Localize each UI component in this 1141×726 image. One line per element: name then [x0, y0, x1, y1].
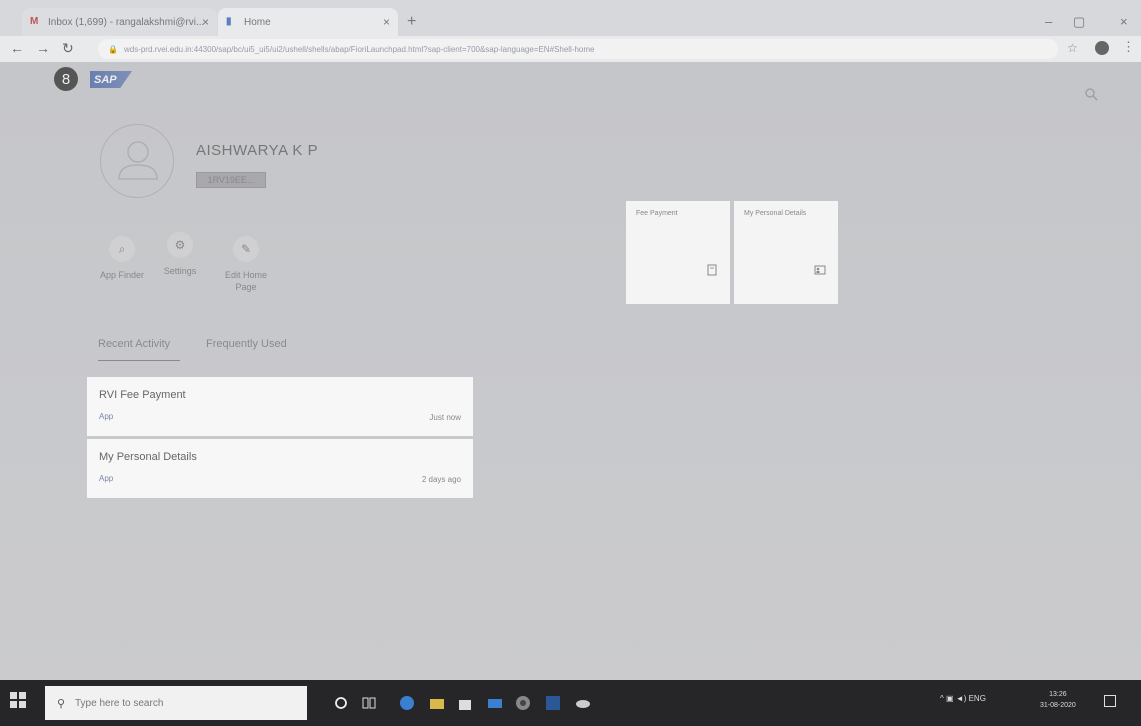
tile-my-personal-details[interactable]: My Personal Details	[734, 201, 838, 304]
notification-icon[interactable]	[1104, 695, 1116, 707]
windows-start-icon[interactable]	[10, 692, 26, 708]
close-tab-icon[interactable]: ×	[383, 15, 390, 29]
me-area-button[interactable]: 8	[54, 67, 78, 91]
profile-avatar-icon[interactable]	[1095, 41, 1109, 55]
system-clock[interactable]: 13:26 31-08-2020	[1040, 689, 1076, 711]
minimize-icon[interactable]: –	[1045, 14, 1052, 29]
tile-fee-payment[interactable]: Fee Payment	[626, 201, 730, 304]
lock-icon: 🔒	[108, 44, 118, 54]
search-icon[interactable]	[1084, 87, 1098, 101]
chrome-icon[interactable]	[515, 695, 531, 711]
tab-recent-activity[interactable]: Recent Activity	[98, 338, 170, 350]
recent-item-type: App	[99, 412, 114, 421]
window-close-icon[interactable]: ×	[1120, 14, 1128, 29]
recent-item[interactable]: RVI Fee Payment App Just now	[87, 377, 473, 436]
user-avatar	[100, 124, 174, 198]
task-view-icon[interactable]	[361, 695, 377, 711]
address-row: ← → ↻ 🔒 wds-prd.rvei.edu.in:44300/sap/bc…	[0, 36, 1141, 62]
person-card-icon	[814, 265, 826, 275]
taskbar-search-placeholder: Type here to search	[75, 697, 164, 709]
recent-item[interactable]: My Personal Details App 2 days ago	[87, 439, 473, 498]
chrome-menu-icon[interactable]: ⋮	[1122, 39, 1135, 55]
recent-item-title: RVI Fee Payment	[99, 389, 186, 401]
recent-item-type: App	[99, 474, 114, 483]
tile-title: Fee Payment	[636, 210, 678, 217]
browser-tab-home[interactable]: ▮ Home ×	[218, 8, 398, 36]
app-icon[interactable]	[575, 695, 591, 711]
forward-icon[interactable]: →	[36, 40, 50, 56]
gmail-icon: M	[30, 16, 39, 27]
tab-frequently-used[interactable]: Frequently Used	[206, 338, 287, 350]
user-id-badge: 1RV19EE...	[196, 172, 266, 188]
browser-tab-gmail[interactable]: M Inbox (1,699) - rangalakshmi@rvi... ×	[22, 8, 217, 36]
new-tab-button[interactable]: +	[407, 13, 416, 31]
tile-title: My Personal Details	[744, 210, 807, 217]
clock-time: 13:26	[1049, 691, 1067, 698]
back-icon[interactable]: ←	[10, 40, 24, 56]
edge-icon[interactable]	[399, 695, 415, 711]
restore-icon[interactable]: ▢	[1073, 14, 1085, 30]
tray-chevron-icon[interactable]: ^	[940, 694, 944, 703]
bookmark-star-icon[interactable]: ☆	[1067, 41, 1078, 55]
network-icon[interactable]: ▣	[946, 694, 956, 703]
binoculars-icon: ⌕	[109, 236, 135, 262]
document-icon	[707, 264, 717, 276]
browser-tab-bar: M Inbox (1,699) - rangalakshmi@rvi... × …	[0, 0, 1141, 36]
url-text: wds-prd.rvei.edu.in:44300/sap/bc/ui5_ui5…	[123, 44, 595, 54]
recent-item-time: Just now	[429, 413, 461, 422]
language-indicator[interactable]: ENG	[969, 694, 986, 703]
action-label: Edit Home Page	[224, 270, 268, 292]
user-name: AISHWARYA K P	[196, 142, 319, 159]
windows-taskbar: ⚲ Type here to search ^ ▣ ◄) ENG 13:26 3…	[0, 680, 1141, 726]
close-tab-icon[interactable]: ×	[202, 15, 209, 29]
gear-icon: ⚙	[167, 232, 193, 258]
edit-home-page-action[interactable]: ✎ Edit Home Page	[211, 236, 281, 293]
mail-icon[interactable]	[487, 695, 503, 711]
active-tab-indicator	[98, 360, 180, 361]
recent-item-title: My Personal Details	[99, 451, 197, 463]
tab-label: Home	[244, 16, 271, 28]
pencil-icon: ✎	[233, 236, 259, 262]
taskbar-apps	[315, 686, 635, 720]
tab-label: Inbox (1,699) - rangalakshmi@rvi...	[48, 16, 205, 28]
word-icon[interactable]	[545, 695, 561, 711]
sap-logo: SAP	[90, 71, 132, 88]
search-icon: ⚲	[57, 698, 66, 710]
settings-action[interactable]: ⚙ Settings	[145, 232, 215, 277]
system-tray[interactable]: ^ ▣ ◄) ENG	[940, 694, 986, 703]
sap-icon: ▮	[226, 16, 232, 27]
action-label: Settings	[163, 266, 197, 276]
store-icon[interactable]	[457, 695, 473, 711]
reload-icon[interactable]: ↻	[62, 40, 74, 57]
volume-icon[interactable]: ◄)	[956, 694, 969, 703]
file-explorer-icon[interactable]	[429, 695, 445, 711]
taskbar-search[interactable]: ⚲ Type here to search	[45, 686, 307, 720]
recent-item-time: 2 days ago	[421, 475, 461, 484]
sap-launchpad: 8 SAP AISHWARYA K P 1RV19EE... ⌕ App Fin…	[0, 62, 1141, 680]
person-icon	[118, 141, 158, 180]
cortana-icon[interactable]	[333, 695, 349, 711]
address-bar[interactable]: 🔒 wds-prd.rvei.edu.in:44300/sap/bc/ui5_u…	[98, 39, 1058, 59]
clock-date: 31-08-2020	[1040, 702, 1076, 709]
